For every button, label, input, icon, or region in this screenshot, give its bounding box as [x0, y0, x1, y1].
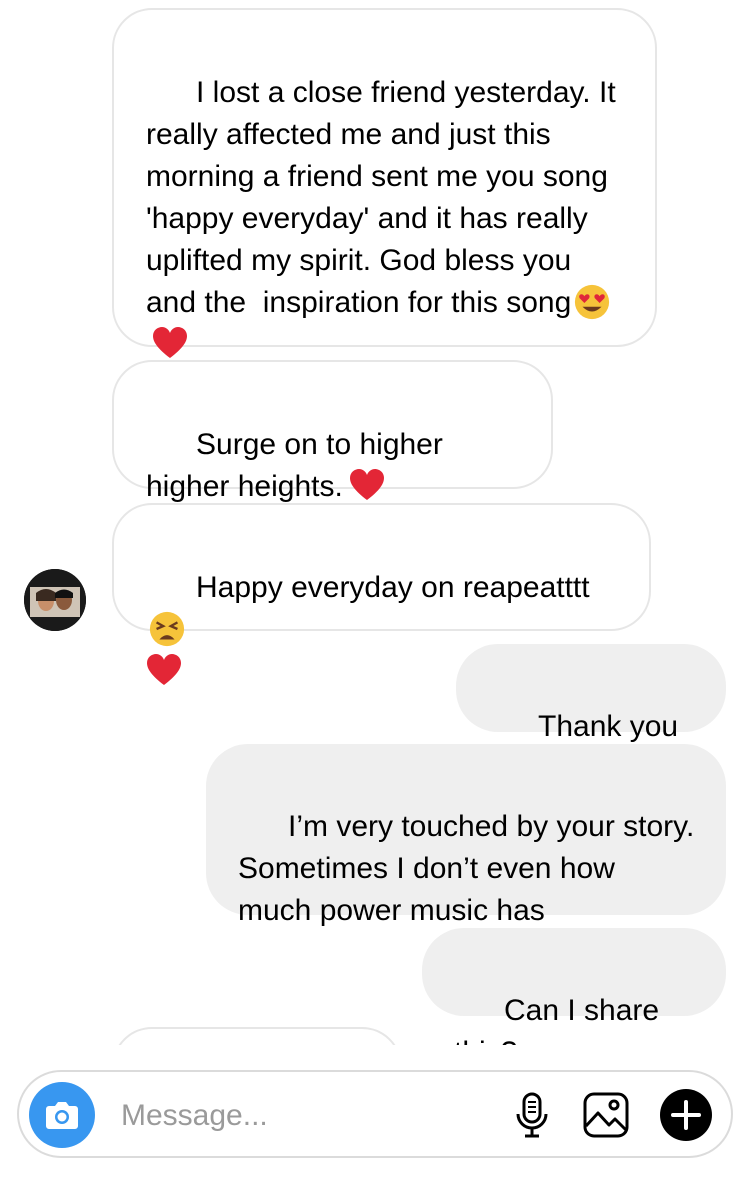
camera-icon — [46, 1102, 78, 1129]
incoming-message-bubble[interactable] — [112, 1027, 402, 1045]
red-heart-icon — [349, 469, 384, 500]
direct-message-screen: I lost a close friend yesterday. It real… — [0, 0, 750, 1182]
outgoing-message-bubble[interactable]: Can I share this? — [422, 928, 726, 1045]
message-text: Can I share this? — [454, 994, 660, 1045]
message-text: I’m very touched by your story. Sometime… — [238, 810, 703, 927]
incoming-message-bubble[interactable]: Happy everyday on reapeatttt — [112, 503, 651, 685]
outgoing-message-bubble[interactable]: Thank you — [456, 644, 726, 782]
message-text: Surge on to higher higher heights. — [146, 428, 452, 503]
camera-button[interactable] — [29, 1082, 95, 1148]
image-gallery-icon[interactable] — [579, 1088, 633, 1142]
microphone-icon[interactable] — [505, 1088, 559, 1142]
message-thread[interactable]: I lost a close friend yesterday. It real… — [0, 0, 750, 1045]
red-heart-icon — [147, 654, 181, 685]
message-text: Happy everyday on reapeatttt — [196, 571, 590, 604]
incoming-message-bubble[interactable]: I lost a close friend yesterday. It real… — [112, 8, 657, 358]
heart-eyes-emoji — [575, 284, 610, 320]
message-composer — [17, 1070, 733, 1158]
outgoing-message-bubble[interactable]: I’m very touched by your story. Sometime… — [206, 744, 726, 927]
plus-icon[interactable] — [657, 1086, 715, 1144]
message-text: Thank you — [538, 710, 679, 743]
message-input[interactable] — [119, 1090, 483, 1142]
incoming-message-bubble[interactable]: Surge on to higher higher heights. — [112, 360, 553, 503]
avatar-photo-icon — [24, 569, 86, 631]
weary-face-emoji — [149, 611, 185, 647]
message-text: I lost a close friend yesterday. It real… — [146, 76, 624, 319]
red-heart-icon — [153, 327, 187, 358]
sender-avatar[interactable] — [24, 569, 86, 631]
